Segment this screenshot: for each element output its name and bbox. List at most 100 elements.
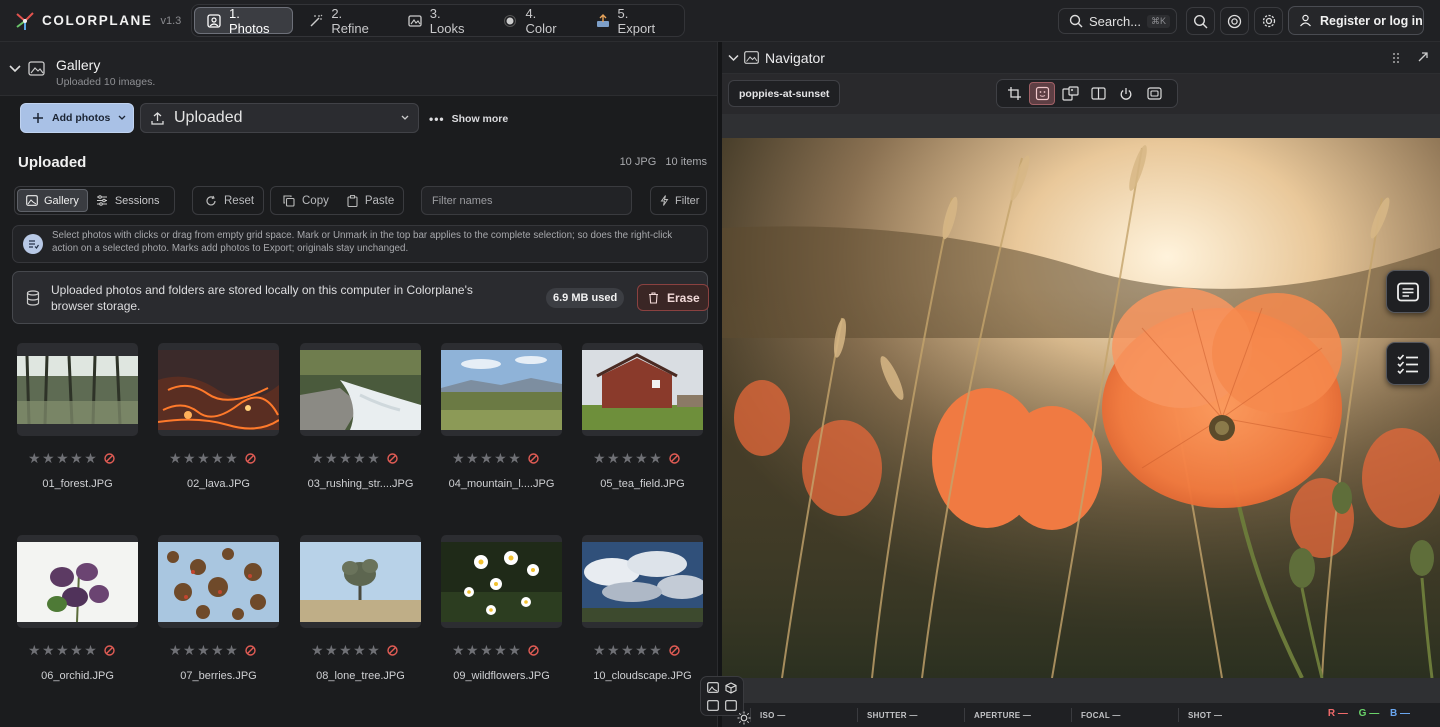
- photo-card[interactable]: ★★★★★ 08_lone_tree.JPG: [300, 535, 421, 682]
- step-color[interactable]: 4. Color: [491, 6, 579, 36]
- star-rating[interactable]: ★★★★★: [17, 450, 138, 467]
- reject-icon[interactable]: [528, 645, 539, 656]
- show-more-button[interactable]: ••• Show more: [429, 112, 508, 126]
- register-login-button[interactable]: Register or log in: [1288, 6, 1424, 35]
- photo-card[interactable]: ★★★★★ 05_tea_field.JPG: [582, 343, 703, 490]
- photo-card[interactable]: ★★★★★ 03_rushing_str....JPG: [300, 343, 421, 490]
- star-rating[interactable]: ★★★★★: [582, 642, 703, 659]
- brand[interactable]: COLORPLANE v1.3: [14, 10, 194, 32]
- chevron-down-icon[interactable]: [728, 54, 739, 62]
- navigator-image[interactable]: [722, 138, 1440, 678]
- gallery-header[interactable]: Gallery Uploaded 10 images.: [0, 42, 717, 96]
- star-icon[interactable]: ★★★★★: [169, 642, 239, 659]
- star-rating[interactable]: ★★★★★: [158, 450, 279, 467]
- paste-label: Paste: [364, 194, 395, 207]
- photo-thumbnail[interactable]: [158, 535, 279, 628]
- step-refine[interactable]: 2. Refine: [297, 6, 391, 36]
- user-icon: [1299, 14, 1312, 27]
- crop-tool-button[interactable]: [1001, 82, 1027, 105]
- filter-button[interactable]: Filter: [650, 186, 707, 215]
- reject-icon[interactable]: [387, 645, 398, 656]
- face-detect-button[interactable]: [1029, 82, 1055, 105]
- reject-icon[interactable]: [104, 453, 115, 464]
- star-icon[interactable]: ★★★★★: [311, 642, 381, 659]
- photo-thumbnail[interactable]: [300, 535, 421, 628]
- add-photos-label: Add photos: [52, 112, 111, 124]
- source-select[interactable]: Uploaded: [140, 103, 419, 133]
- photo-thumbnail[interactable]: [441, 343, 562, 436]
- landscape-icon[interactable]: [707, 682, 719, 693]
- star-icon[interactable]: ★★★★★: [28, 642, 98, 659]
- star-icon[interactable]: ★★★★★: [169, 450, 239, 467]
- star-icon[interactable]: ★★★★★: [452, 642, 522, 659]
- navigator-panel: Navigator poppies-at-sunset ISO — SHUTTE…: [722, 42, 1440, 727]
- search-button[interactable]: Search... ⌘K: [1058, 8, 1177, 34]
- zoom-search-button[interactable]: [1186, 7, 1215, 35]
- star-rating[interactable]: ★★★★★: [582, 450, 703, 467]
- photo-thumbnail[interactable]: [300, 343, 421, 436]
- star-rating[interactable]: ★★★★★: [441, 642, 562, 659]
- copy-button[interactable]: Copy: [283, 195, 329, 207]
- star-icon[interactable]: ★★★★★: [593, 642, 663, 659]
- register-label: Register or log in: [1320, 13, 1423, 28]
- photo-thumbnail[interactable]: [158, 343, 279, 436]
- photo-thumbnail[interactable]: [441, 535, 562, 628]
- reject-icon[interactable]: [387, 453, 398, 464]
- reject-icon[interactable]: [245, 645, 256, 656]
- photo-thumbnail[interactable]: [17, 343, 138, 436]
- photo-card[interactable]: ★★★★★ 01_forest.JPG: [17, 343, 138, 490]
- reject-icon[interactable]: [528, 453, 539, 464]
- star-rating[interactable]: ★★★★★: [17, 642, 138, 659]
- compare-grid-button[interactable]: [1057, 82, 1083, 105]
- erase-button[interactable]: Erase: [637, 284, 709, 311]
- source-select-value: Uploaded: [174, 109, 243, 126]
- photo-card[interactable]: ★★★★★ 06_orchid.JPG: [17, 535, 138, 682]
- photo-card[interactable]: ★★★★★ 02_lava.JPG: [158, 343, 279, 490]
- fit-frame-button[interactable]: [1141, 82, 1167, 105]
- target-button[interactable]: [1220, 7, 1249, 35]
- star-rating[interactable]: ★★★★★: [300, 450, 421, 467]
- reject-icon[interactable]: [669, 453, 680, 464]
- brightness-icon[interactable]: [735, 709, 753, 727]
- drag-handle-icon[interactable]: [1392, 52, 1400, 64]
- photo-thumbnail[interactable]: [17, 535, 138, 628]
- paste-button[interactable]: Paste: [347, 195, 394, 207]
- settings-button[interactable]: [1254, 7, 1283, 35]
- image-name-chip[interactable]: poppies-at-sunset: [728, 80, 841, 107]
- chevron-down-icon[interactable]: [9, 64, 21, 74]
- star-rating[interactable]: ★★★★★: [158, 642, 279, 659]
- expand-arrow-icon[interactable]: [1417, 51, 1429, 63]
- star-icon[interactable]: ★★★★★: [452, 450, 522, 467]
- step-export[interactable]: 5. Export: [584, 6, 678, 36]
- photo-thumbnail[interactable]: [582, 343, 703, 436]
- reset-button[interactable]: Reset: [192, 186, 264, 215]
- toggle-edits-button[interactable]: [1113, 82, 1139, 105]
- details-panel-button[interactable]: [1386, 270, 1430, 313]
- navigator-header[interactable]: Navigator: [722, 42, 1440, 74]
- sliders-icon: [96, 195, 108, 206]
- filter-names-input[interactable]: [421, 186, 632, 215]
- cube-icon[interactable]: [725, 682, 737, 694]
- add-photos-button[interactable]: Add photos: [20, 103, 134, 133]
- photo-card[interactable]: ★★★★★ 10_cloudscape.JPG: [582, 535, 703, 682]
- tab-sessions[interactable]: Sessions: [88, 189, 168, 212]
- reject-icon[interactable]: [245, 453, 256, 464]
- step-photos[interactable]: 1. Photos: [194, 6, 294, 36]
- tab-gallery-label: Gallery: [44, 194, 79, 207]
- checklist-button[interactable]: [1386, 342, 1430, 385]
- photo-card[interactable]: ★★★★★ 09_wildflowers.JPG: [441, 535, 562, 682]
- split-view-button[interactable]: [1085, 82, 1111, 105]
- reject-icon[interactable]: [669, 645, 680, 656]
- magic-wand-icon: [309, 14, 331, 28]
- photo-thumbnail[interactable]: [582, 535, 703, 628]
- star-rating[interactable]: ★★★★★: [441, 450, 562, 467]
- star-rating[interactable]: ★★★★★: [300, 642, 421, 659]
- step-looks[interactable]: 3. Looks: [396, 6, 488, 36]
- star-icon[interactable]: ★★★★★: [311, 450, 381, 467]
- star-icon[interactable]: ★★★★★: [593, 450, 663, 467]
- tab-gallery[interactable]: Gallery: [17, 189, 88, 212]
- star-icon[interactable]: ★★★★★: [28, 450, 98, 467]
- photo-card[interactable]: ★★★★★ 04_mountain_l....JPG: [441, 343, 562, 490]
- photo-card[interactable]: ★★★★★ 07_berries.JPG: [158, 535, 279, 682]
- reject-icon[interactable]: [104, 645, 115, 656]
